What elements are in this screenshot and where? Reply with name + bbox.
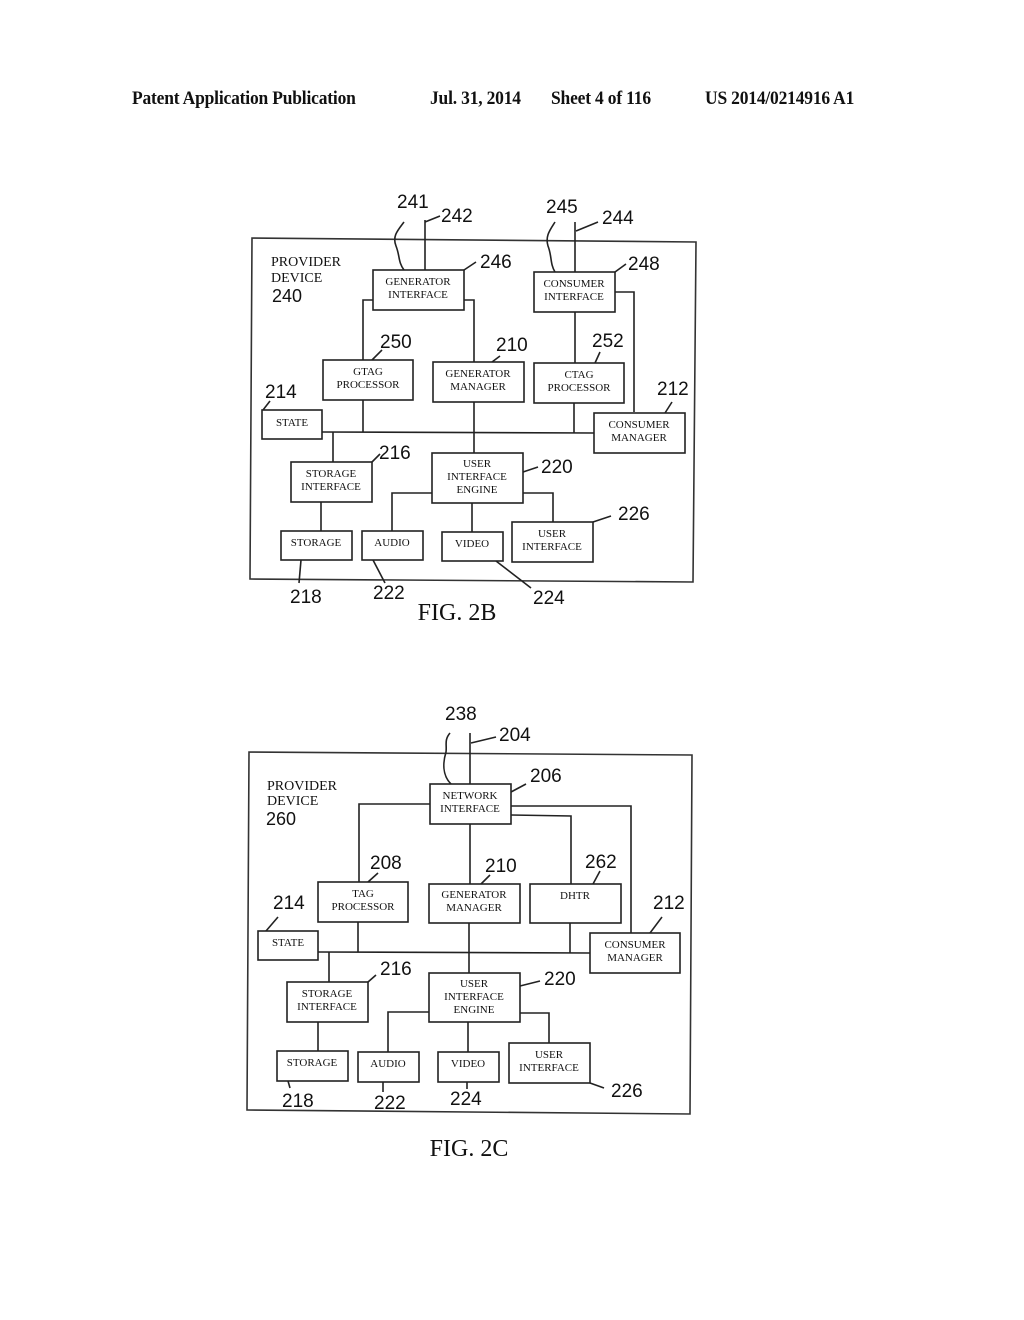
ref-212: 212 [653,893,685,914]
internal-bus [317,951,591,954]
box-text: GTAG [353,366,383,378]
figure-2c: PROVIDER DEVICE 260 238 204 NETWORK INTE… [246,704,693,1162]
box-text: INTERFACE [522,541,582,553]
ref-246: 246 [480,252,512,273]
box-text: MANAGER [611,432,667,444]
ref-218: 218 [282,1091,314,1112]
device-label-line2: DEVICE [267,794,318,809]
wireless-link-245 [546,221,556,273]
box-text: INTERFACE [519,1062,579,1074]
box-text: MANAGER [450,381,506,393]
ref-224: 224 [450,1089,482,1110]
ref-242: 242 [441,206,473,227]
box-text: CONSUMER [604,939,666,951]
ref-204: 204 [499,725,531,746]
box-text: PROCESSOR [548,382,612,394]
box-text: INTERFACE [297,1001,357,1013]
ref-218: 218 [290,587,322,608]
figure-caption-2b: FIG. 2B [418,600,497,626]
box-text: USER [538,528,567,540]
box-text: CTAG [564,369,593,381]
ref-244: 244 [602,208,634,229]
box-text: INTERFACE [447,471,507,483]
ref-224: 224 [533,588,565,609]
box-text: AUDIO [370,1058,405,1070]
ref-245: 245 [546,197,578,218]
figure-2b: PROVIDER DEVICE 240 241 242 245 244 GENE… [249,192,697,626]
box-text: VIDEO [455,538,489,550]
box-text: USER [463,458,492,470]
box-text: ENGINE [457,484,498,496]
ref-206: 206 [530,766,562,787]
box-text: USER [460,978,489,990]
box-text: STORAGE [291,537,342,549]
box-text: CONSUMER [608,419,670,431]
ref-226: 226 [618,504,650,525]
device-ref: 240 [272,286,302,306]
ref-220: 220 [541,457,573,478]
wireless-link-238 [443,732,452,785]
ref-216: 216 [379,443,411,464]
patent-figures: PROVIDER DEVICE 240 241 242 245 244 GENE… [246,192,697,1162]
ref-220: 220 [544,969,576,990]
device-ref: 260 [266,809,296,829]
ref-214: 214 [273,893,305,914]
box-text: INTERFACE [301,481,361,493]
box-text: PROCESSOR [337,379,401,391]
box-text: USER [535,1049,564,1061]
box-text: PROCESSOR [332,901,396,913]
ref-208: 208 [370,853,402,874]
box-text: INTERFACE [388,289,448,301]
box-text: DHTR [560,890,591,902]
ref-238: 238 [445,704,477,725]
box-text: ENGINE [454,1004,495,1016]
device-label-line2: DEVICE [271,271,322,286]
ref-210: 210 [485,856,517,877]
box-text: TAG [352,888,374,900]
ref-210: 210 [496,335,528,356]
box-text: MANAGER [446,902,502,914]
ref-241: 241 [397,192,429,213]
ref-252: 252 [592,331,624,352]
ref-262: 262 [585,852,617,873]
wireless-link-241 [393,221,405,271]
ref-250: 250 [380,332,412,353]
box-text: GENERATOR [385,276,451,288]
box-text: STATE [276,417,308,429]
device-label-line1: PROVIDER [267,779,338,794]
ref-214: 214 [265,382,297,403]
box-text: MANAGER [607,952,663,964]
box-text: INTERFACE [544,291,604,303]
box-text: STORAGE [302,988,353,1000]
box-text: STATE [272,937,304,949]
box-text: STORAGE [287,1057,338,1069]
box-text: VIDEO [451,1058,485,1070]
ref-226: 226 [611,1081,643,1102]
ref-222: 222 [374,1093,406,1114]
figure-caption-2c: FIG. 2C [430,1136,509,1162]
box-text: INTERFACE [444,991,504,1003]
box-text: NETWORK [443,790,498,802]
internal-bus [321,431,595,434]
box-text: INTERFACE [440,803,500,815]
device-label-line1: PROVIDER [271,255,342,270]
ref-248: 248 [628,254,660,275]
box-text: GENERATOR [445,368,511,380]
ref-212: 212 [657,379,689,400]
ref-216: 216 [380,959,412,980]
box-text: CONSUMER [543,278,605,290]
box-text: STORAGE [306,468,357,480]
box-text: AUDIO [374,537,409,549]
box-text: GENERATOR [441,889,507,901]
ref-222: 222 [373,583,405,604]
